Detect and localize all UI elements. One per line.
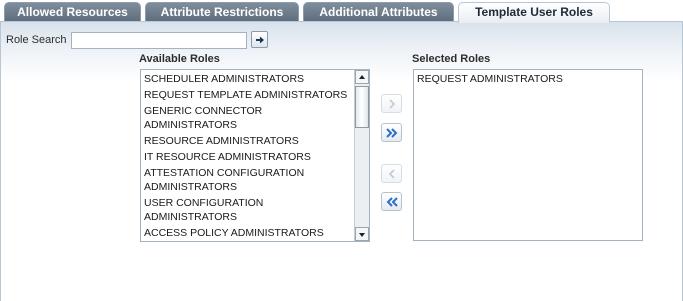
role-search-label: Role Search [6,34,67,46]
double-chevron-left-icon [386,197,398,207]
tab-attribute-restrictions[interactable]: Attribute Restrictions [145,2,299,22]
move-all-button[interactable] [381,123,402,142]
list-item[interactable]: ACCESS POLICY ADMINISTRATORS [141,225,369,241]
role-search-button[interactable] [251,31,268,48]
double-chevron-right-icon [386,128,398,138]
list-item[interactable]: ATTESTATION CONFIGURATION ADMINISTRATORS [141,165,369,195]
list-item[interactable]: REQUEST ADMINISTRATORS [414,71,642,87]
scroll-down-icon[interactable] [355,227,369,241]
selected-roles-list[interactable]: REQUEST ADMINISTRATORS [413,69,643,241]
list-item[interactable]: GENERIC CONNECTOR ADMINISTRATORS [141,103,369,133]
available-roles-title: Available Roles [139,53,220,65]
tab-allowed-resources[interactable]: Allowed Resources [4,2,141,22]
tab-bar: Allowed Resources Attribute Restrictions… [0,0,683,23]
selected-roles-title: Selected Roles [412,53,491,65]
move-selected-button[interactable] [381,94,402,113]
arrow-right-icon [256,36,264,44]
list-item[interactable]: RESOURCE ADMINISTRATORS [141,133,369,149]
list-item[interactable]: SCHEDULER ADMINISTRATORS [141,71,369,87]
scroll-thumb[interactable] [355,86,369,128]
scroll-up-icon[interactable] [355,70,369,84]
list-item[interactable]: REQUEST TEMPLATE ADMINISTRATORS [141,87,369,103]
remove-all-button[interactable] [381,192,402,211]
list-item[interactable]: USER CONFIGURATION ADMINISTRATORS [141,195,369,225]
tab-additional-attributes[interactable]: Additional Attributes [303,2,454,22]
chevron-right-icon [389,99,396,109]
available-roles-list[interactable]: SCHEDULER ADMINISTRATORS REQUEST TEMPLATE… [140,69,370,242]
roles-panel: Role Search Available Roles SCHEDULER AD… [0,22,683,301]
role-search-input[interactable] [71,32,247,49]
chevron-left-icon [388,169,395,179]
list-item[interactable]: IT RESOURCE ADMINISTRATORS [141,149,369,165]
tab-template-user-roles[interactable]: Template User Roles [458,2,610,23]
list-item[interactable]: APPROVAL POLICY ADMINISTRATORS [141,241,369,242]
available-roles-scrollbar[interactable] [354,70,369,241]
remove-selected-button[interactable] [381,164,402,183]
